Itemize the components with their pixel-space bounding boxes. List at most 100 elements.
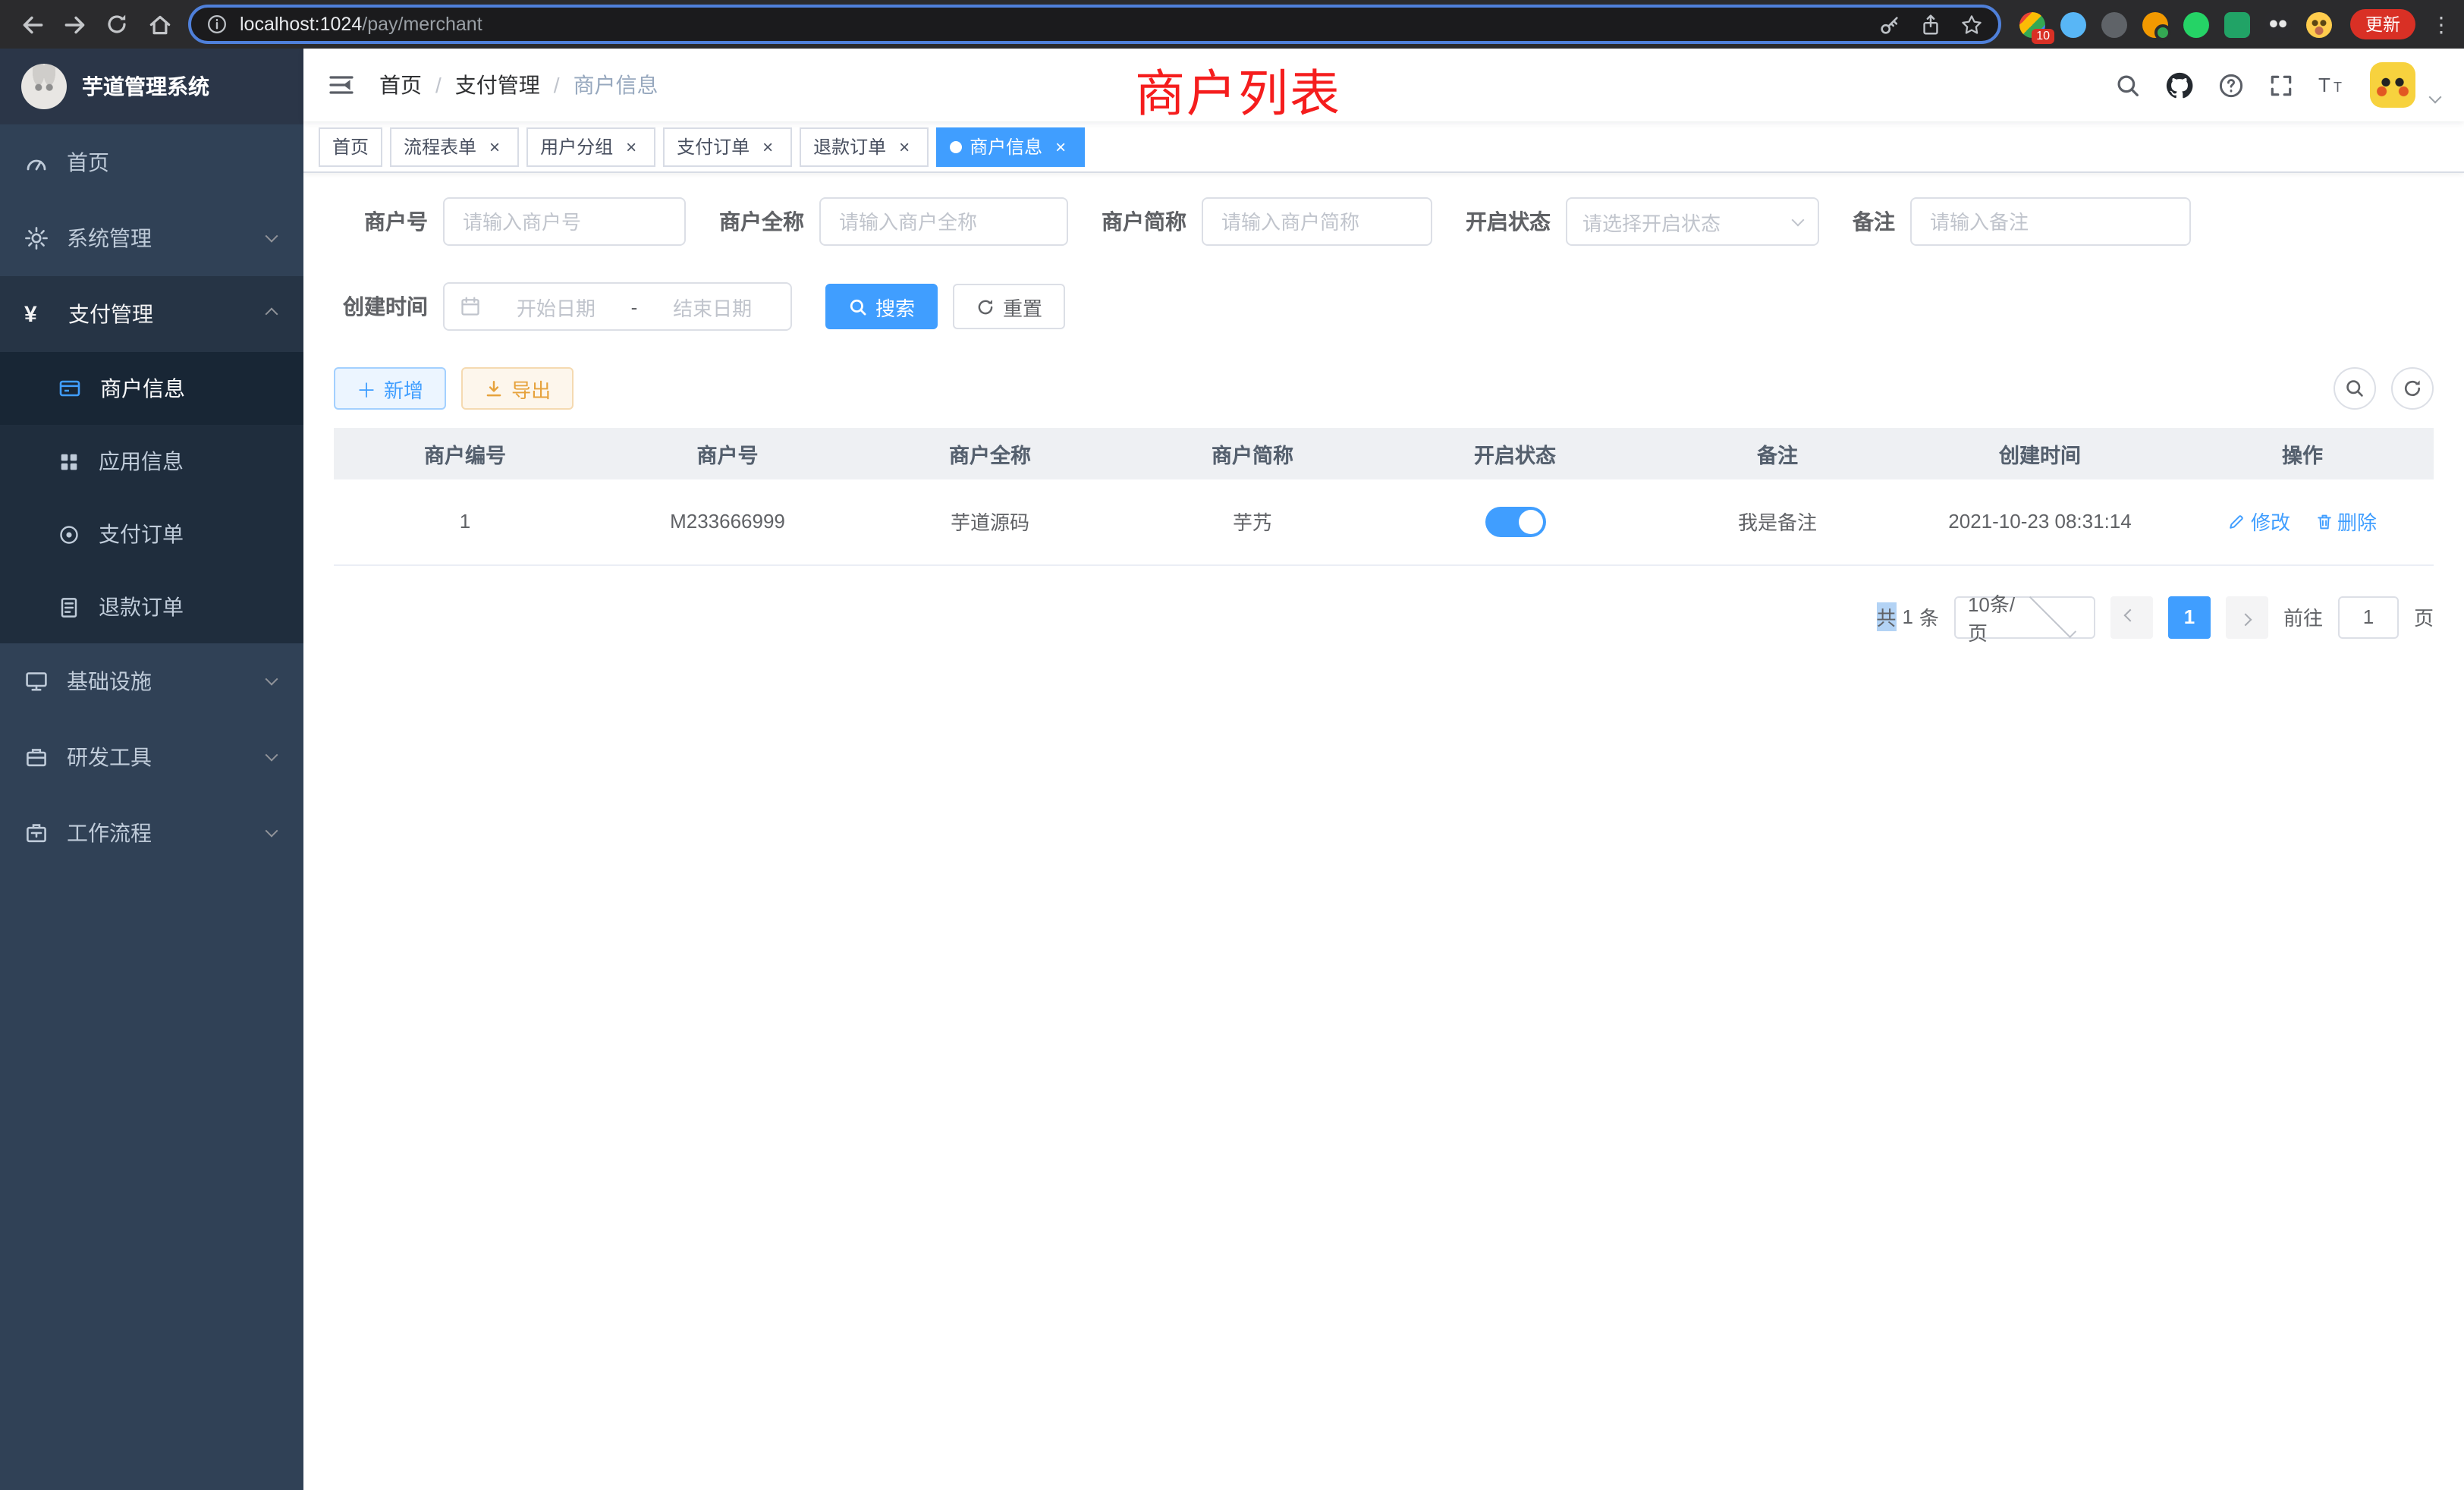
breadcrumb-current: 商户信息 xyxy=(574,70,658,100)
reload-icon[interactable] xyxy=(97,5,137,44)
export-button[interactable]: 导出 xyxy=(461,367,574,410)
back-icon[interactable] xyxy=(12,5,52,44)
field-label: 创建时间 xyxy=(334,291,428,322)
password-key-icon[interactable] xyxy=(1878,13,1901,36)
goto-page-input[interactable] xyxy=(2338,596,2399,638)
browser-chrome: localhost:1024/pay/merchant 10 xyxy=(0,0,2464,49)
chat-extension-icon[interactable] xyxy=(2183,11,2209,37)
breadcrumb-home[interactable]: 首页 xyxy=(379,70,422,100)
date-range-picker[interactable]: 开始日期 - 结束日期 xyxy=(443,282,792,331)
cell-remark: 我是备注 xyxy=(1646,479,1909,564)
remark-input[interactable] xyxy=(1910,197,2191,246)
sidebar-item-merchant-info[interactable]: 商户信息 xyxy=(0,352,303,425)
main-area: 首页 / 支付管理 / 商户信息 xyxy=(303,49,2464,1490)
close-icon[interactable]: × xyxy=(621,136,642,157)
prev-page-button[interactable] xyxy=(2110,596,2153,638)
start-date-placeholder: 开始日期 xyxy=(493,292,619,321)
tab-home[interactable]: 首页 xyxy=(319,127,382,166)
sidebar-item-pay-order[interactable]: 支付订单 xyxy=(0,498,303,571)
search-button[interactable]: 搜索 xyxy=(825,284,938,329)
cell-create-time: 2021-10-23 08:31:14 xyxy=(1909,479,2171,564)
sidebar-item-refund-order[interactable]: 退款订单 xyxy=(0,571,303,643)
browser-extensions: 10 xyxy=(2019,11,2332,37)
update-button[interactable]: 更新 xyxy=(2350,9,2415,39)
chevron-down-icon xyxy=(1792,213,1805,226)
page-size-value: 10条/页 xyxy=(1968,588,2024,646)
font-size-icon[interactable]: TT xyxy=(2318,73,2346,97)
sidebar-item-app-info[interactable]: 应用信息 xyxy=(0,425,303,498)
breadcrumb-separator: / xyxy=(554,73,560,97)
filter-merchant-short: 商户简称 xyxy=(1102,197,1432,246)
select-placeholder: 请选择开启状态 xyxy=(1582,207,1793,236)
search-toggle-button[interactable] xyxy=(2334,367,2376,410)
forward-icon[interactable] xyxy=(55,5,94,44)
site-info-icon[interactable] xyxy=(206,14,228,35)
hamburger-icon[interactable] xyxy=(328,71,355,99)
status-select[interactable]: 请选择开启状态 xyxy=(1566,197,1819,246)
search-icon[interactable] xyxy=(2115,72,2141,98)
edit-link[interactable]: 修改 xyxy=(2228,508,2290,536)
app-logo[interactable]: 芋道管理系统 xyxy=(0,49,303,124)
next-page-button[interactable] xyxy=(2226,596,2268,638)
sidebar-item-system[interactable]: 系统管理 xyxy=(0,200,303,276)
sidebar-item-home[interactable]: 首页 xyxy=(0,124,303,200)
status-switch[interactable] xyxy=(1485,507,1545,537)
home-icon[interactable] xyxy=(140,5,179,44)
sheet-extension-icon[interactable] xyxy=(2224,11,2250,37)
tab-user-group[interactable]: 用户分组 × xyxy=(526,127,655,166)
chevron-down-icon xyxy=(266,230,278,243)
filter-remark: 备注 xyxy=(1853,197,2191,246)
goto-suffix: 页 xyxy=(2414,602,2434,631)
help-icon[interactable] xyxy=(2218,72,2244,98)
share-icon[interactable] xyxy=(1919,13,1942,36)
tampermonkey-extension-icon[interactable] xyxy=(2265,11,2291,37)
sidebar-item-label: 研发工具 xyxy=(67,742,249,772)
dark-extension-icon[interactable] xyxy=(2101,11,2127,37)
pagination: 共 1 条 10条/页 1 前往 页 xyxy=(334,596,2434,638)
toolbar-right xyxy=(2334,367,2434,410)
close-icon[interactable]: × xyxy=(894,136,915,157)
browser-menu-icon[interactable]: ⋮ xyxy=(2431,11,2452,37)
drop-extension-icon[interactable] xyxy=(2060,11,2086,37)
col-merchant-name: 商户全称 xyxy=(859,428,1121,479)
cell-merchant-no: M233666999 xyxy=(596,479,859,564)
fullscreen-icon[interactable] xyxy=(2268,72,2294,98)
sidebar-item-dev-tools[interactable]: 研发工具 xyxy=(0,719,303,795)
sidebar-item-pay[interactable]: ¥ 支付管理 xyxy=(0,276,303,352)
tab-merchant-info[interactable]: 商户信息 × xyxy=(936,127,1085,166)
bookmark-star-icon[interactable] xyxy=(1960,13,1983,36)
pay-submenu: 商户信息 应用信息 支付订单 xyxy=(0,352,303,643)
refresh-button[interactable] xyxy=(2391,367,2434,410)
sidebar-item-workflow[interactable]: 工作流程 xyxy=(0,795,303,871)
merchant-name-input[interactable] xyxy=(819,197,1068,246)
tab-label: 退款订单 xyxy=(813,134,886,159)
tab-process-form[interactable]: 流程表单 × xyxy=(390,127,519,166)
reset-button[interactable]: 重置 xyxy=(953,284,1065,329)
merchant-short-input[interactable] xyxy=(1202,197,1432,246)
add-button[interactable]: ＋ 新增 xyxy=(334,367,446,410)
tab-pay-order[interactable]: 支付订单 × xyxy=(663,127,792,166)
close-icon[interactable]: × xyxy=(757,136,778,157)
smiley-extension-icon[interactable] xyxy=(2306,11,2332,37)
github-icon[interactable] xyxy=(2165,71,2194,99)
sidebar-item-infra[interactable]: 基础设施 xyxy=(0,643,303,719)
tab-refund-order[interactable]: 退款订单 × xyxy=(800,127,929,166)
cell-merchant-name: 芋道源码 xyxy=(859,479,1121,564)
delete-link[interactable]: 删除 xyxy=(2315,508,2377,536)
merchant-no-input[interactable] xyxy=(443,197,686,246)
col-actions: 操作 xyxy=(2171,428,2434,479)
close-icon[interactable]: × xyxy=(1050,136,1071,157)
plus-icon: ＋ xyxy=(357,374,376,403)
chevron-left-icon xyxy=(2123,608,2136,621)
address-bar[interactable]: localhost:1024/pay/merchant xyxy=(188,5,2001,44)
chevron-down-icon xyxy=(2429,91,2442,104)
page-1-button[interactable]: 1 xyxy=(2168,596,2211,638)
extensions-puzzle-icon[interactable]: 10 xyxy=(2019,11,2045,37)
total-prefix: 共 xyxy=(1876,602,1896,631)
breadcrumb-section[interactable]: 支付管理 xyxy=(455,70,540,100)
page-size-select[interactable]: 10条/页 xyxy=(1954,596,2095,638)
profile-extension-icon[interactable] xyxy=(2142,11,2168,37)
user-avatar[interactable] xyxy=(2370,62,2415,108)
cell-actions: 修改 删除 xyxy=(2171,479,2434,564)
close-icon[interactable]: × xyxy=(484,136,505,157)
